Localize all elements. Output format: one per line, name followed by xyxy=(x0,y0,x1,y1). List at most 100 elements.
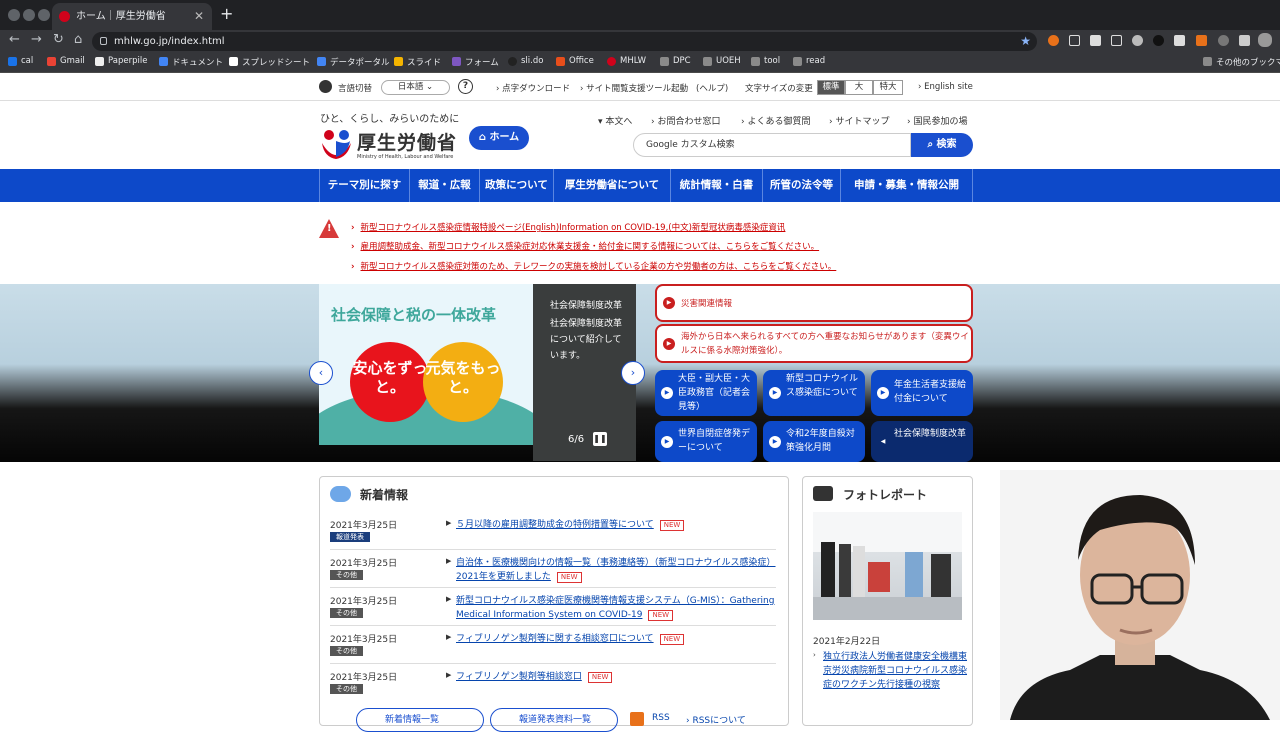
bookmark-item[interactable]: DPC xyxy=(660,56,691,66)
rss-icon[interactable] xyxy=(630,712,644,726)
bookmark-star-icon[interactable]: ★ xyxy=(1020,32,1031,51)
home-button[interactable]: ⌂ ホーム xyxy=(469,126,529,150)
extension-icon[interactable] xyxy=(1111,35,1122,46)
extension-icon[interactable] xyxy=(1174,35,1185,46)
rss-link[interactable]: RSS xyxy=(652,713,670,723)
browser-toolbar: ← → ↻ ⌂ mhlw.go.jp/index.html ★ xyxy=(0,30,1280,52)
quick-link-active[interactable]: ◀ 社会保障制度改革 xyxy=(871,421,973,462)
home-icon[interactable]: ⌂ xyxy=(74,32,82,47)
new-badge: NEW xyxy=(587,672,613,683)
profile-avatar[interactable] xyxy=(1258,33,1272,47)
header-link[interactable]: › お問合わせ窓口 xyxy=(651,114,720,127)
new-badge: NEW xyxy=(556,572,582,583)
nav-item[interactable]: 報道・広報 xyxy=(409,169,479,202)
extension-icon[interactable] xyxy=(1069,35,1080,46)
mhlw-logo-icon[interactable] xyxy=(320,127,353,161)
bookmark-item[interactable]: スライド xyxy=(394,56,441,68)
extension-icon[interactable] xyxy=(1090,35,1101,46)
header-link[interactable]: › よくある御質問 xyxy=(741,114,810,127)
close-window-dot[interactable] xyxy=(8,9,20,21)
reader-tool-link[interactable]: › サイト閲覧支援ツール起動 xyxy=(580,82,688,94)
fontsize-large-button[interactable]: 大 xyxy=(845,80,873,95)
bullet-icon: ▶ xyxy=(446,671,452,679)
photo-report-link[interactable]: 独立行政法人労働者健康安全機構東京労災病院新型コロナウイルス感染症のワクチン先行… xyxy=(823,650,968,692)
border-measures-link[interactable]: ▶ 海外から日本へ来られるすべての方へ重要なお知らせがあります（変異ウイルスに係る… xyxy=(655,324,973,363)
pause-icon[interactable]: ❚❚ xyxy=(593,432,607,446)
address-bar[interactable]: mhlw.go.jp/index.html ★ xyxy=(92,32,1037,51)
warning-icon: ! xyxy=(319,219,339,238)
forward-icon[interactable]: → xyxy=(31,32,42,47)
site-logo-text[interactable]: 厚生労働省 xyxy=(357,128,457,155)
bookmark-item[interactable]: UOEH xyxy=(703,56,741,66)
search-input[interactable]: Google カスタム検索 xyxy=(633,133,911,157)
quick-link[interactable]: ▶ 新型コロナウイルス感染症について xyxy=(763,370,865,416)
quick-link[interactable]: ▶ 世界自閉症啓発デーについて xyxy=(655,421,757,462)
news-link[interactable]: フィブリノゲン製剤等相談窓口 NEW xyxy=(456,670,778,684)
extension-icon[interactable] xyxy=(1132,35,1143,46)
bookmark-item[interactable]: データポータル xyxy=(317,56,390,68)
news-list-button[interactable]: 新着情報一覧 xyxy=(356,708,484,732)
press-list-button[interactable]: 報道発表資料一覧 xyxy=(490,708,618,732)
bookmark-item[interactable]: cal xyxy=(8,56,33,66)
bookmark-item[interactable]: Paperpile xyxy=(95,56,147,66)
close-tab-icon[interactable]: ✕ xyxy=(194,3,204,30)
header-link[interactable]: ▾ 本文へ xyxy=(598,114,632,127)
alert-link[interactable]: › 新型コロナウイルス感染症対策のため、テレワークの実施を検討している企業の方や労… xyxy=(351,260,836,272)
fontsize-standard-button[interactable]: 標準 xyxy=(817,80,845,95)
extension-icon[interactable] xyxy=(1048,35,1059,46)
bookmark-item[interactable]: ドキュメント xyxy=(159,56,223,68)
rss-extension-icon[interactable] xyxy=(1196,35,1207,46)
reload-icon[interactable]: ↻ xyxy=(53,32,64,47)
news-date: 2021年3月25日 xyxy=(330,597,398,607)
bookmark-item[interactable]: スプレッドシート xyxy=(229,56,310,68)
nav-item[interactable]: テーマ別に探す xyxy=(319,169,409,202)
next-slide-icon[interactable]: › xyxy=(621,361,645,385)
browser-tab[interactable]: ホーム｜厚生労働省 ✕ xyxy=(52,3,212,30)
alert-link[interactable]: › 雇用調整助成金、新型コロナウイルス感染症対応休業支援金・給付金に関する情報につ… xyxy=(351,240,819,252)
bookmark-item[interactable]: MHLW xyxy=(607,56,646,66)
english-site-link[interactable]: › English site xyxy=(918,82,973,92)
quick-link[interactable]: ▶ 大臣・副大臣・大臣政務官（記者会見等） xyxy=(655,370,757,416)
back-icon[interactable]: ← xyxy=(9,32,20,47)
language-select[interactable]: 日本語 ⌄ xyxy=(381,80,450,95)
help-icon[interactable]: ? xyxy=(458,79,473,94)
bookmark-item[interactable]: Gmail xyxy=(47,56,85,66)
quick-link[interactable]: ▶ 年金生活者支援給付金について xyxy=(871,370,973,416)
photo-report-image[interactable] xyxy=(813,512,962,620)
disaster-info-link[interactable]: ▶ 災害関連情報 xyxy=(655,284,973,322)
extensions-puzzle-icon[interactable] xyxy=(1239,35,1250,46)
nav-item[interactable]: 厚生労働省について xyxy=(553,169,670,202)
news-item: 2021年3月25日 その他 ▶ 自治体・医療機関向けの情報一覧（事務連絡等）（… xyxy=(330,556,776,588)
help-link[interactable]: (ヘルプ) xyxy=(696,82,728,94)
header-link[interactable]: › サイトマップ xyxy=(829,114,889,127)
bookmark-item[interactable]: Office xyxy=(556,56,594,66)
braille-download-link[interactable]: › 点字ダウンロード xyxy=(496,82,570,94)
bookmark-item[interactable]: tool xyxy=(751,56,780,66)
minimize-window-dot[interactable] xyxy=(23,9,35,21)
nav-item[interactable]: 政策について xyxy=(479,169,553,202)
play-icon: ▶ xyxy=(663,297,675,309)
news-link[interactable]: ５月以降の雇用調整助成金の特例措置等について NEW xyxy=(456,518,778,532)
fontsize-xlarge-button[interactable]: 特大 xyxy=(873,80,903,95)
extension-icon[interactable] xyxy=(1218,35,1229,46)
search-button[interactable]: ⌕ 検索 xyxy=(911,133,973,157)
nav-item[interactable]: 統計情報・白書 xyxy=(670,169,762,202)
news-link[interactable]: 新型コロナウイルス感染症医療機関等情報支援システム（G-MIS）：Gatheri… xyxy=(456,594,778,622)
quick-link[interactable]: ▶ 令和2年度自殺対策強化月間 xyxy=(763,421,865,462)
webcam-presenter-overlay xyxy=(1000,470,1280,720)
other-bookmarks[interactable]: その他のブックマ xyxy=(1203,56,1280,68)
new-tab-icon[interactable]: + xyxy=(220,4,233,23)
bookmark-item[interactable]: read xyxy=(793,56,825,66)
news-link[interactable]: フィブリノゲン製剤等に関する相談窓口について NEW xyxy=(456,632,778,646)
header-link[interactable]: › 国民参加の場 xyxy=(907,114,967,127)
extension-icon[interactable] xyxy=(1153,35,1164,46)
news-link[interactable]: 自治体・医療機関向けの情報一覧（事務連絡等）（新型コロナウイルス感染症）2021… xyxy=(456,556,778,584)
photo-report-date: 2021年2月22日 xyxy=(813,637,881,647)
nav-item[interactable]: 申請・募集・情報公開 xyxy=(840,169,973,202)
zoom-window-dot[interactable] xyxy=(38,9,50,21)
prev-slide-icon[interactable]: ‹ xyxy=(309,361,333,385)
bookmark-item[interactable]: sli.do xyxy=(508,56,543,66)
nav-item[interactable]: 所管の法令等 xyxy=(762,169,840,202)
alert-link[interactable]: › 新型コロナウイルス感染症情報特設ページ(English)Information… xyxy=(351,221,785,233)
bookmark-item[interactable]: フォーム xyxy=(452,56,499,68)
